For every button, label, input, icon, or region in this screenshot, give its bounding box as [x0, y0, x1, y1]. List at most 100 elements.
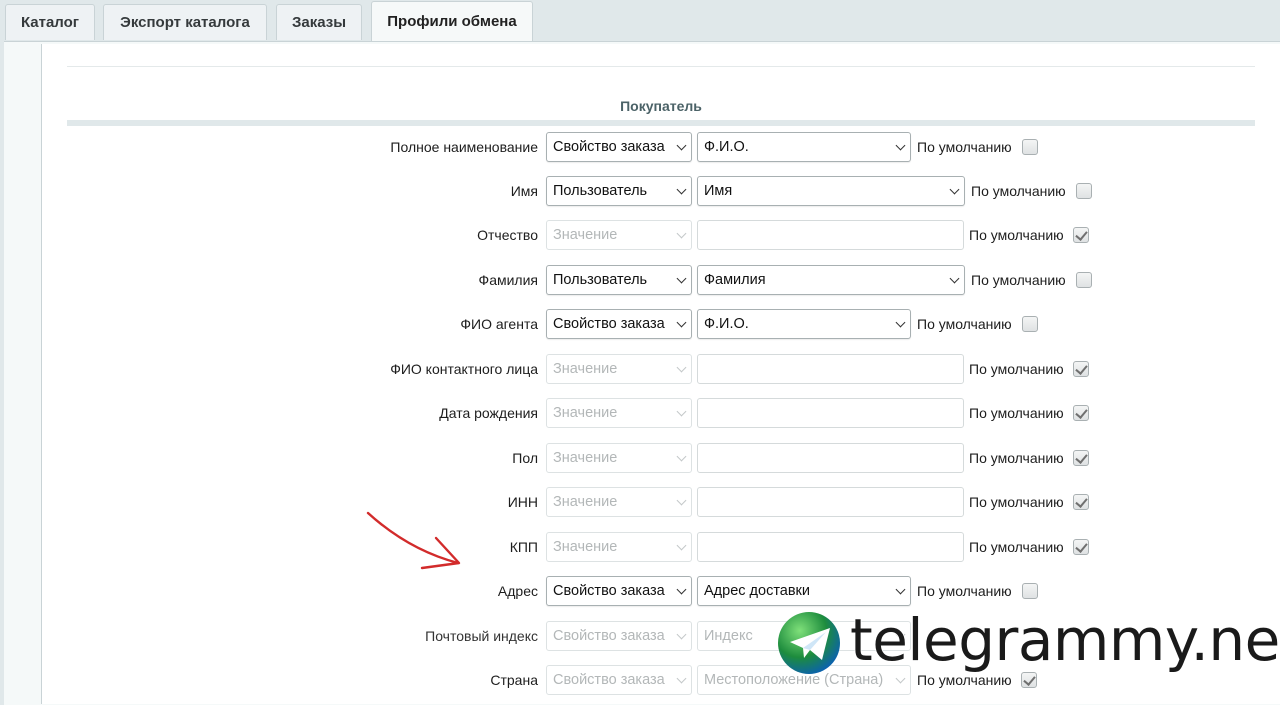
- source-value-input[interactable]: [697, 354, 964, 384]
- source-value-select[interactable]: Фамилия: [697, 265, 965, 295]
- chevron-down-icon: [676, 362, 687, 373]
- select-value: Свойство заказа: [553, 316, 665, 332]
- source-value-input[interactable]: [697, 398, 964, 428]
- source-type-select[interactable]: Пользователь: [546, 176, 692, 206]
- source-type-select[interactable]: Значение: [546, 487, 692, 517]
- field-label: Полное наименование: [390, 139, 538, 155]
- source-type-select[interactable]: Значение: [546, 532, 692, 562]
- select-value: Свойство заказа: [553, 628, 665, 644]
- field-row: ФИО контактного лица Значение По умолчан…: [0, 353, 1280, 385]
- annotation-arrow-icon: [366, 511, 461, 570]
- default-label: По умолчанию: [971, 183, 1066, 199]
- section-title: Покупатель: [620, 98, 702, 114]
- select-value: Фамилия: [704, 272, 766, 288]
- default-checkbox[interactable]: [1022, 139, 1038, 155]
- select-value: Имя: [704, 183, 733, 199]
- chevron-down-icon: [895, 317, 906, 328]
- source-type-select[interactable]: Свойство заказа: [546, 132, 692, 162]
- default-checkbox[interactable]: [1073, 450, 1089, 466]
- source-value-select[interactable]: Имя: [697, 176, 965, 206]
- select-value: Значение: [553, 450, 618, 466]
- default-checkbox[interactable]: [1073, 361, 1089, 377]
- source-type-select[interactable]: Свойство заказа: [546, 665, 692, 695]
- select-value: Значение: [553, 361, 618, 377]
- source-value-input[interactable]: [697, 532, 964, 562]
- source-type-select[interactable]: Значение: [546, 220, 692, 250]
- tab-exchange-profiles[interactable]: Профили обмена: [371, 1, 533, 41]
- chevron-down-icon: [895, 673, 906, 684]
- select-value: Адрес доставки: [704, 583, 811, 599]
- chevron-down-icon: [676, 184, 687, 195]
- field-row: Фамилия Пользователь Фамилия По умолчани…: [0, 264, 1280, 296]
- default-label: По умолчанию: [969, 361, 1064, 377]
- source-type-select[interactable]: Значение: [546, 398, 692, 428]
- field-label: ФИО контактного лица: [390, 361, 538, 377]
- chevron-down-icon: [676, 406, 687, 417]
- default-label: По умолчанию: [969, 450, 1064, 466]
- source-type-select[interactable]: Значение: [546, 443, 692, 473]
- field-row: Полное наименование Свойство заказа Ф.И.…: [0, 131, 1280, 163]
- default-label: По умолчанию: [971, 272, 1066, 288]
- select-value: Пользователь: [553, 272, 648, 288]
- paper-plane-icon: [790, 628, 830, 660]
- select-value: Местоположение (Страна): [704, 672, 884, 688]
- field-label: Страна: [490, 672, 538, 688]
- default-checkbox[interactable]: [1076, 183, 1092, 199]
- field-label: Адрес: [497, 583, 538, 599]
- select-value: Значение: [553, 227, 618, 243]
- source-type-select[interactable]: Пользователь: [546, 265, 692, 295]
- chevron-down-icon: [676, 629, 687, 640]
- divider: [67, 66, 1255, 67]
- default-label: По умолчанию: [969, 539, 1064, 555]
- source-type-select[interactable]: Свойство заказа: [546, 309, 692, 339]
- source-value-input[interactable]: [697, 443, 964, 473]
- chevron-down-icon: [895, 140, 906, 151]
- chevron-down-icon: [676, 140, 687, 151]
- default-checkbox[interactable]: [1076, 272, 1092, 288]
- default-label: По умолчанию: [969, 494, 1064, 510]
- default-label: По умолчанию: [917, 139, 1012, 155]
- source-value-select[interactable]: Ф.И.О.: [697, 309, 911, 339]
- field-row: ИНН Значение По умолчанию: [0, 486, 1280, 518]
- default-checkbox[interactable]: [1073, 405, 1089, 421]
- field-row: Отчество Значение По умолчанию: [0, 219, 1280, 251]
- default-checkbox[interactable]: [1022, 583, 1038, 599]
- source-type-select[interactable]: Свойство заказа: [546, 576, 692, 606]
- default-checkbox[interactable]: [1022, 316, 1038, 332]
- default-label: По умолчанию: [969, 405, 1064, 421]
- chevron-down-icon: [895, 584, 906, 595]
- chevron-down-icon: [676, 451, 687, 462]
- telegram-logo-icon: [778, 612, 840, 674]
- source-value-select[interactable]: Адрес доставки: [697, 576, 911, 606]
- default-checkbox[interactable]: [1073, 539, 1089, 555]
- chevron-down-icon: [676, 273, 687, 284]
- source-type-select[interactable]: Значение: [546, 354, 692, 384]
- tab-catalog[interactable]: Каталог: [5, 4, 95, 40]
- tab-catalog-export[interactable]: Экспорт каталога: [103, 4, 267, 40]
- field-row: КПП Значение По умолчанию: [0, 531, 1280, 563]
- source-value-select[interactable]: Ф.И.О.: [697, 132, 911, 162]
- field-row: Пол Значение По умолчанию: [0, 442, 1280, 474]
- default-checkbox[interactable]: [1073, 227, 1089, 243]
- watermark-text: telegrammy.net: [849, 605, 1280, 675]
- default-checkbox[interactable]: [1021, 672, 1037, 688]
- field-row: Имя Пользователь Имя По умолчанию: [0, 175, 1280, 207]
- tab-orders[interactable]: Заказы: [276, 4, 362, 40]
- default-label: По умолчанию: [917, 316, 1012, 332]
- field-label: Пол: [512, 450, 538, 466]
- chevron-down-icon: [676, 540, 687, 551]
- select-value: Индекс: [704, 628, 753, 644]
- field-label: Почтовый индекс: [425, 628, 538, 644]
- default-label: По умолчанию: [917, 583, 1012, 599]
- select-value: Свойство заказа: [553, 672, 665, 688]
- field-label: Отчество: [477, 227, 538, 243]
- source-type-select[interactable]: Свойство заказа: [546, 621, 692, 651]
- field-label: Фамилия: [478, 272, 538, 288]
- default-label: По умолчанию: [969, 227, 1064, 243]
- source-value-input[interactable]: [697, 220, 964, 250]
- chevron-down-icon: [949, 184, 960, 195]
- section-divider: [67, 120, 1255, 126]
- default-checkbox[interactable]: [1073, 494, 1089, 510]
- chevron-down-icon: [676, 673, 687, 684]
- source-value-input[interactable]: [697, 487, 964, 517]
